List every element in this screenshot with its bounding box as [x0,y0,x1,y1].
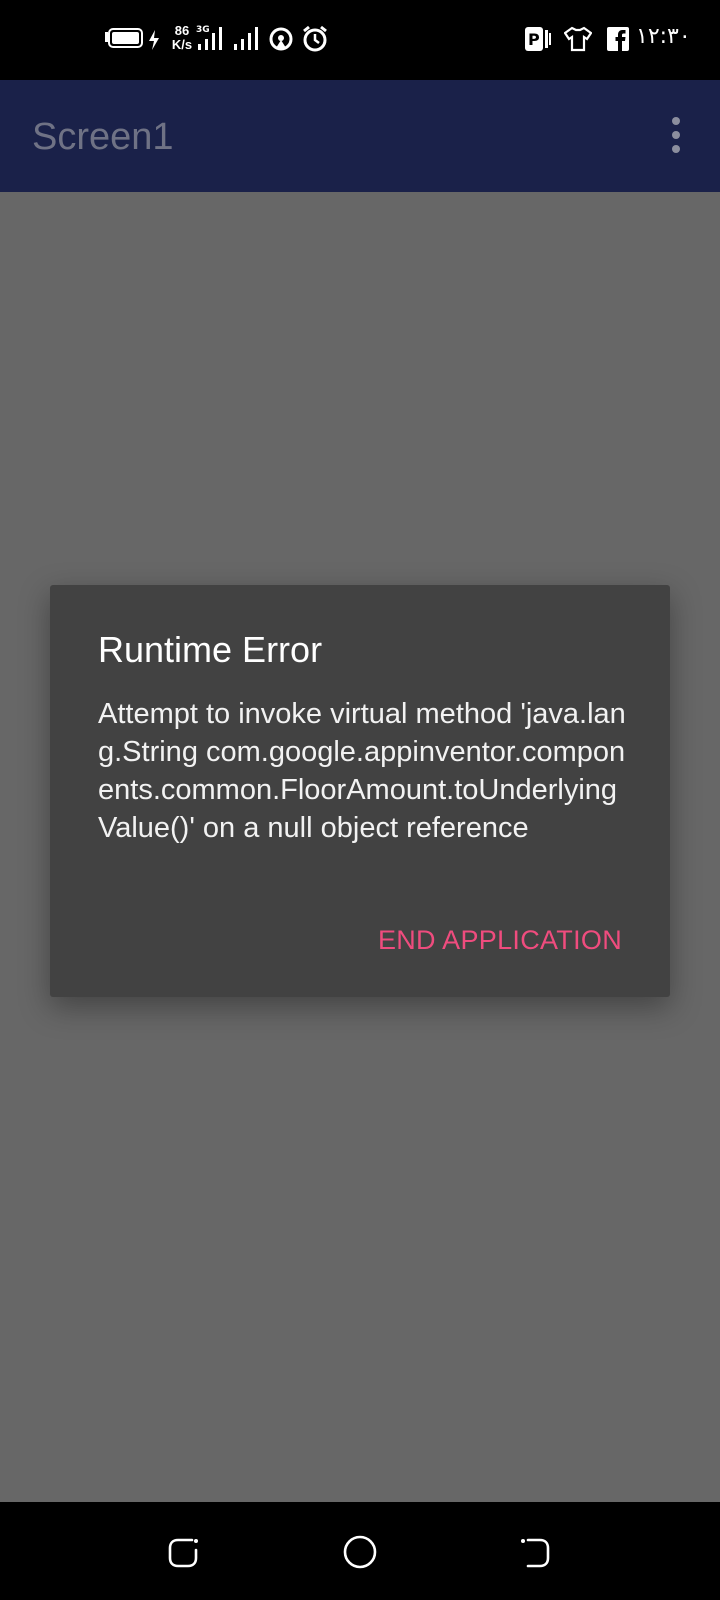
overflow-menu-icon[interactable] [660,114,692,158]
shirt-app-icon [564,26,592,52]
signal-icon [232,24,264,52]
svg-text:3G: 3G [196,25,210,35]
facebook-icon [606,26,630,52]
dialog-message: Attempt to invoke virtual method 'java.l… [98,698,626,844]
screen-title: Screen1 [32,116,174,158]
recents-icon[interactable] [164,1532,204,1572]
app-bar: Screen1 [0,80,720,192]
network-speed: 86 K/s [168,24,196,52]
alarm-icon [302,25,328,53]
signal-icon: 3G [196,24,228,52]
status-bar: 86 K/s 3G P ١٢:٣٠ [0,0,720,80]
clock: ١٢:٣٠ [636,24,691,49]
network-speed-value: 86 [174,23,190,38]
charging-icon [148,30,160,50]
parking-app-icon: P [524,26,552,52]
home-icon[interactable] [340,1532,380,1572]
battery-icon [104,28,144,50]
back-icon[interactable] [516,1532,556,1572]
end-application-button[interactable]: END APPLICATION [378,925,622,956]
svg-text:P: P [528,30,540,49]
navigation-bar [0,1502,720,1600]
dialog-title: Runtime Error [98,629,323,670]
runtime-error-dialog: Runtime Error Attempt to invoke virtual … [50,585,670,997]
hotspot-icon [268,26,294,52]
network-speed-unit: K/s [171,37,193,52]
